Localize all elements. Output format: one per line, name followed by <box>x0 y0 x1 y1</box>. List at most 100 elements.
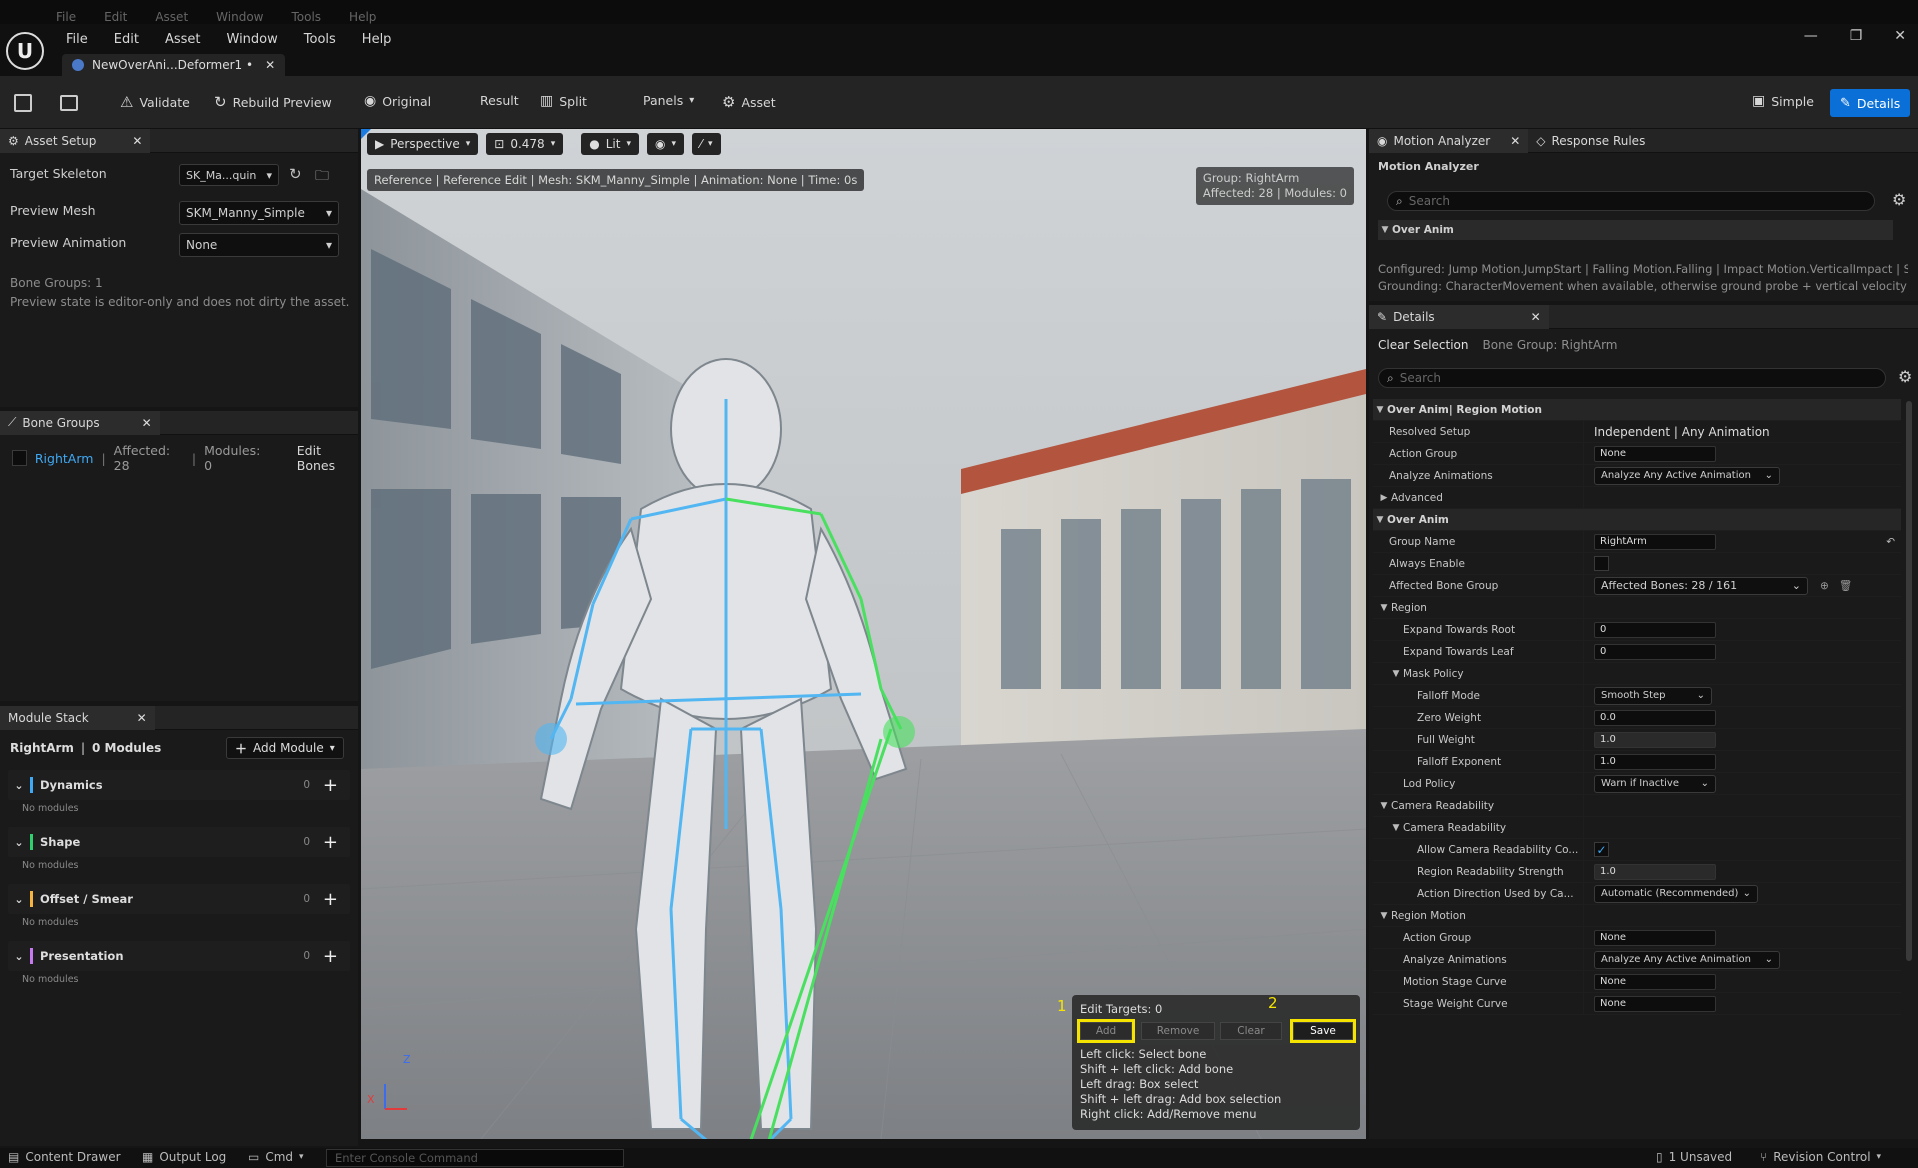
prop-mask-policy[interactable]: ▼ Mask Policy <box>1373 663 1901 685</box>
over-anim-category[interactable]: ▼ Over Anim <box>1378 220 1893 240</box>
close-icon[interactable]: ✕ <box>1531 310 1541 324</box>
prop-region[interactable]: ▼ Region <box>1373 597 1901 619</box>
os-menu-tools[interactable]: Tools <box>291 10 321 24</box>
details-button[interactable]: ✎ Details <box>1830 89 1911 117</box>
close-icon[interactable]: ✕ <box>132 134 142 148</box>
preview-animation-dropdown[interactable]: None ▾ <box>179 233 339 257</box>
menu-file[interactable]: File <box>66 32 88 47</box>
asset-button[interactable]: ⚙ Asset <box>722 93 776 111</box>
tab-asset-setup[interactable]: ⚙ Asset Setup ✕ <box>0 128 151 153</box>
panels-dropdown[interactable]: Panels ▾ <box>643 93 694 108</box>
bone-group-checkbox[interactable] <box>12 450 27 466</box>
category-over-anim[interactable]: ▼ Over Anim <box>1373 509 1901 531</box>
console-input[interactable]: Enter Console Command <box>326 1149 624 1167</box>
add-module-button[interactable]: ＋ Add Module ▾ <box>226 737 344 759</box>
validate-button[interactable]: ⚠ Validate <box>120 93 190 111</box>
always-enable-checkbox[interactable] <box>1594 556 1609 571</box>
unsaved-button[interactable]: ▯ 1 Unsaved <box>1656 1150 1732 1164</box>
os-menu-window[interactable]: Window <box>216 10 263 24</box>
revision-control-button[interactable]: ⑂ Revision Control ▾ <box>1760 1150 1881 1164</box>
menu-window[interactable]: Window <box>227 32 278 47</box>
target-skeleton-dropdown[interactable]: SK_Ma...quin ▾ <box>179 164 279 186</box>
show-dropdown[interactable]: ◉ ▾ <box>646 133 684 155</box>
unreal-logo-icon[interactable]: U <box>6 32 44 70</box>
bone-group-name[interactable]: RightArm <box>35 451 94 466</box>
clear-button[interactable]: Clear <box>1220 1022 1282 1040</box>
add-circle-icon[interactable]: ⊕ <box>1820 580 1829 592</box>
menu-edit[interactable]: Edit <box>114 32 139 47</box>
prop-region-motion[interactable]: ▼ Region Motion <box>1373 905 1901 927</box>
edit-bones-button[interactable]: Edit Bones <box>297 443 358 473</box>
os-menu-asset[interactable]: Asset <box>155 10 188 24</box>
group-name-field[interactable]: RightArm <box>1594 533 1716 550</box>
perspective-dropdown[interactable]: ▶ Perspective ▾ <box>367 133 479 155</box>
lit-dropdown[interactable]: ● Lit ▾ <box>581 133 639 155</box>
original-button[interactable]: ◉ Original <box>364 93 431 109</box>
full-weight-field[interactable]: 1.0 <box>1594 731 1716 748</box>
minimize-icon[interactable]: — <box>1804 28 1818 44</box>
split-button[interactable]: ▥ Split <box>540 93 587 109</box>
document-tab[interactable]: NewOverAni...Deformer1 • ✕ <box>62 54 286 76</box>
os-menu-help[interactable]: Help <box>349 10 376 24</box>
close-icon[interactable]: ✕ <box>142 416 152 430</box>
trash-icon[interactable]: 🗑 <box>1839 579 1852 592</box>
save-icon[interactable] <box>14 94 32 112</box>
folder-icon[interactable]: 🗀 <box>315 165 329 189</box>
simple-button[interactable]: ▣ Simple <box>1752 93 1814 109</box>
lod-policy-dropdown[interactable]: Warn if Inactive ⌄ <box>1594 774 1716 793</box>
chevron-down-icon[interactable]: ⌄ <box>8 836 30 849</box>
remove-button[interactable]: Remove <box>1141 1022 1215 1040</box>
settings-icon[interactable]: ⚙ <box>1892 190 1906 209</box>
menu-help[interactable]: Help <box>362 32 392 47</box>
restore-icon[interactable]: ❐ <box>1850 28 1863 44</box>
analyze-animations-dropdown[interactable]: Analyze Any Active Animation ⌄ <box>1594 466 1780 485</box>
action-group-field[interactable]: None <box>1594 445 1716 462</box>
allow-camera-checkbox[interactable]: ✓ <box>1594 842 1609 857</box>
close-tab-icon[interactable]: ✕ <box>265 58 275 72</box>
falloff-mode-dropdown[interactable]: Smooth Step ⌄ <box>1594 686 1712 705</box>
close-icon[interactable]: ✕ <box>137 711 147 725</box>
rebuild-preview-button[interactable]: ↻ Rebuild Preview <box>214 93 332 111</box>
add-icon[interactable]: + <box>323 775 338 796</box>
expand-root-field[interactable]: 0 <box>1594 621 1716 638</box>
tab-details[interactable]: ✎ Details ✕ <box>1369 305 1549 329</box>
viewport[interactable]: ▶ Perspective ▾ ⊡ 0.478 ▾ ● Lit ▾ ◉ ▾ ⁄ … <box>361 129 1366 1139</box>
motion-stage-field[interactable]: None <box>1594 973 1716 990</box>
clear-selection-button[interactable]: Clear Selection <box>1378 338 1469 352</box>
affected-bone-group-dropdown[interactable]: Affected Bones: 28 / 161 ⌄ <box>1594 576 1808 595</box>
tools-dropdown[interactable]: ⁄ ▾ <box>691 133 721 155</box>
close-icon[interactable]: ✕ <box>1510 134 1520 148</box>
expand-leaf-field[interactable]: 0 <box>1594 643 1716 660</box>
save-button[interactable]: Save <box>1290 1019 1356 1043</box>
prop-camera-readability-sub[interactable]: ▼ Camera Readability <box>1373 817 1901 839</box>
chevron-down-icon[interactable]: ⌄ <box>8 950 30 963</box>
os-menu-edit[interactable]: Edit <box>104 10 127 24</box>
content-drawer-button[interactable]: ▤ Content Drawer <box>8 1150 121 1164</box>
bone-group-row[interactable]: RightArm | Affected: 28 | Modules: 0 Edi… <box>12 443 358 473</box>
menu-tools[interactable]: Tools <box>304 32 336 47</box>
browse-icon[interactable] <box>60 95 78 111</box>
cmd-dropdown[interactable]: ▭ Cmd ▾ <box>248 1150 304 1164</box>
tab-module-stack[interactable]: Module Stack ✕ <box>0 705 155 730</box>
os-menu-file[interactable]: File <box>56 10 76 24</box>
module-section-header[interactable]: ⌄ Shape 0 + <box>8 827 350 857</box>
preview-mesh-dropdown[interactable]: SKM_Manny_Simple ▾ <box>179 201 339 225</box>
tab-bone-groups[interactable]: ⟋ Bone Groups ✕ <box>0 410 160 435</box>
details-scrollbar[interactable] <box>1906 401 1912 961</box>
rm-analyze-animations-dropdown[interactable]: Analyze Any Active Animation ⌄ <box>1594 950 1780 969</box>
chevron-down-icon[interactable]: ⌄ <box>8 893 30 906</box>
close-window-icon[interactable]: ✕ <box>1894 28 1906 44</box>
result-button[interactable]: Result <box>480 93 519 108</box>
reset-icon[interactable]: ↻ <box>289 165 302 183</box>
tab-motion-analyzer[interactable]: ◉ Motion Analyzer ✕ <box>1369 128 1529 153</box>
module-section-header[interactable]: ⌄ Offset / Smear 0 + <box>8 884 350 914</box>
add-button[interactable]: Add <box>1077 1019 1135 1043</box>
details-search-input[interactable]: ⌕ Search <box>1378 368 1886 388</box>
prop-advanced[interactable]: ▶ Advanced <box>1373 487 1901 509</box>
add-icon[interactable]: + <box>323 832 338 853</box>
rm-action-group-field[interactable]: None <box>1594 929 1716 946</box>
add-icon[interactable]: + <box>323 889 338 910</box>
chevron-down-icon[interactable]: ⌄ <box>8 779 30 792</box>
output-log-button[interactable]: ▦ Output Log <box>142 1150 226 1164</box>
prop-camera-readability[interactable]: ▼ Camera Readability <box>1373 795 1901 817</box>
